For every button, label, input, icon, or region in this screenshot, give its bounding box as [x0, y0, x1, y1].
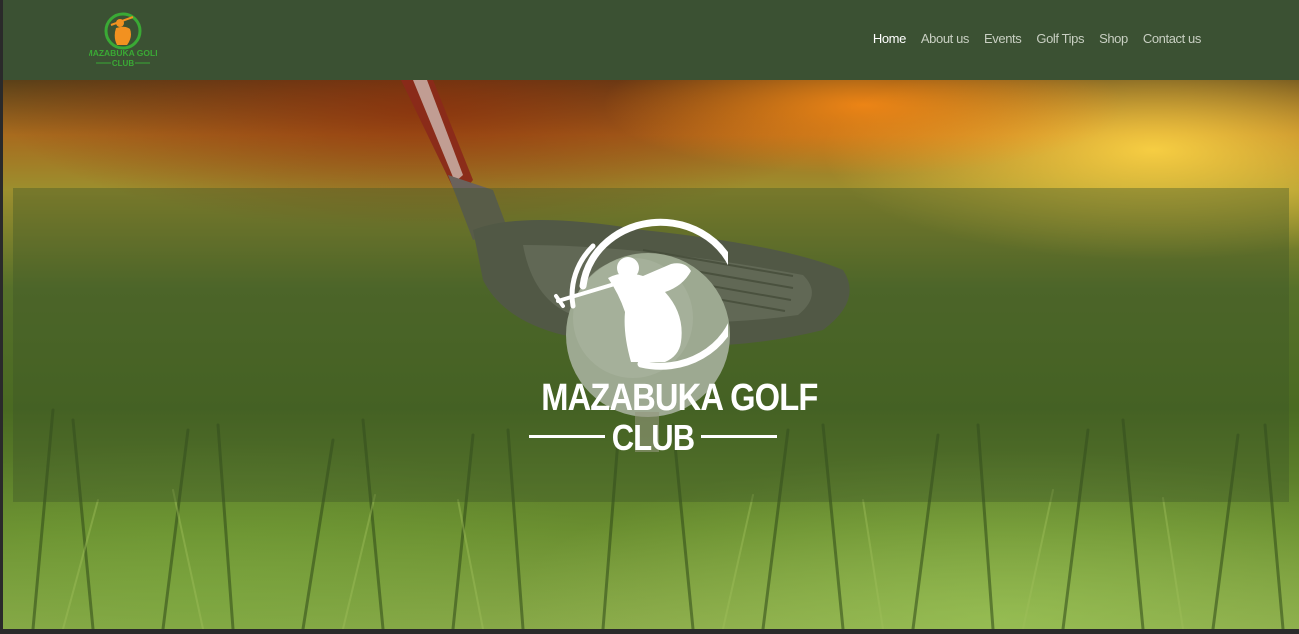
hero-subtitle-row: CLUB: [523, 420, 783, 456]
nav-events[interactable]: Events: [984, 31, 1022, 46]
nav-contact-us[interactable]: Contact us: [1143, 31, 1202, 46]
divider-line-right: [701, 435, 777, 438]
nav-about-us[interactable]: About us: [921, 31, 970, 46]
svg-text:MAZABUKA GOLF: MAZABUKA GOLF: [89, 48, 157, 58]
site-header: MAZABUKA GOLF CLUB Home About us Events …: [3, 0, 1299, 80]
page: MAZABUKA GOLF CLUB Home About us Events …: [3, 0, 1299, 629]
site-logo[interactable]: MAZABUKA GOLF CLUB: [89, 9, 157, 71]
golfer-logo-icon: MAZABUKA GOLF CLUB: [89, 12, 157, 68]
hero-title: MAZABUKA GOLF: [541, 377, 818, 419]
hero-banner: MAZABUKA GOLF CLUB: [3, 80, 1299, 629]
main-nav: Home About us Events Golf Tips Shop Cont…: [873, 31, 1202, 46]
nav-golf-tips[interactable]: Golf Tips: [1036, 31, 1084, 46]
hero-subtitle: CLUB: [611, 417, 695, 458]
nav-shop[interactable]: Shop: [1099, 31, 1128, 46]
nav-home[interactable]: Home: [873, 31, 906, 46]
golfer-emblem-icon: [554, 218, 728, 370]
svg-text:CLUB: CLUB: [112, 59, 134, 68]
hero-logo: MAZABUKA GOLF CLUB: [523, 216, 818, 461]
